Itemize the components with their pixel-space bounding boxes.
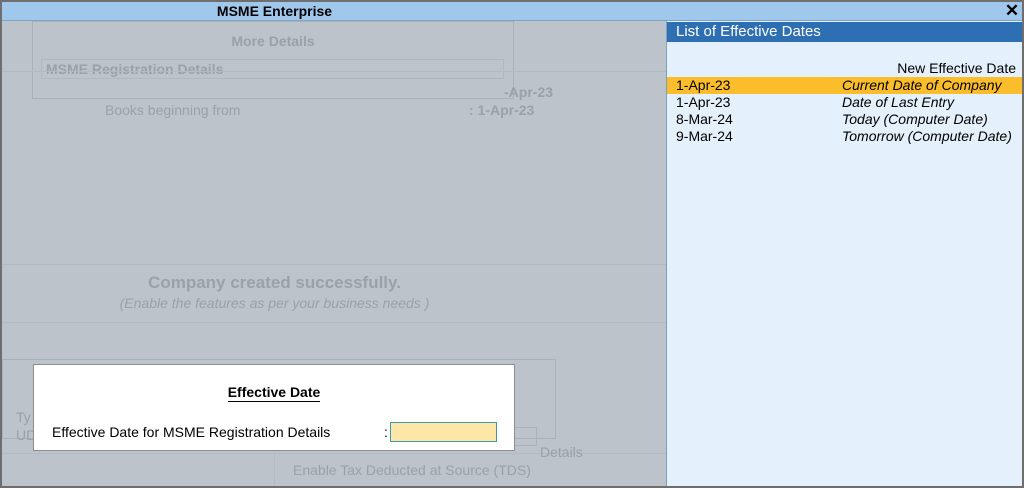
company-created-hint: (Enable the features as per your busines… (119, 295, 430, 311)
panel-title: List of Effective Dates (667, 22, 1022, 42)
more-details-title: More Details (231, 33, 315, 49)
list-item[interactable]: 9-Mar-24 Tomorrow (Computer Date) (667, 128, 1022, 145)
books-label: Books beginning from (105, 102, 241, 118)
title-bar: MSME Enterprise ✕ (2, 2, 1022, 21)
list-item[interactable]: 1-Apr-23 Date of Last Entry (667, 94, 1022, 111)
divider (2, 71, 666, 72)
list-item-date: 9-Mar-24 (676, 128, 733, 144)
registration-row: MSME Registration Details (41, 59, 504, 79)
list-item-date: 1-Apr-23 (676, 94, 731, 110)
books-value: : 1-Apr-23 (469, 102, 535, 118)
label-colon: : (384, 424, 388, 440)
dialog-title: Effective Date (34, 384, 514, 402)
divider (2, 264, 666, 265)
list-item-date: 1-Apr-23 (676, 77, 731, 93)
list-item-desc: Date of Last Entry (842, 94, 955, 110)
effective-date-label: Effective Date for MSME Registration Det… (52, 424, 331, 440)
close-icon[interactable]: ✕ (1004, 2, 1020, 20)
divider (274, 453, 275, 486)
effective-date-input[interactable] (390, 422, 497, 442)
list-item[interactable]: 1-Apr-23 Current Date of Company (667, 77, 1022, 94)
partial-type-label: Ty (16, 409, 31, 425)
effective-dates-panel: List of Effective Dates New Effective Da… (666, 21, 1022, 486)
column-header: New Effective Date (897, 60, 1016, 76)
list-item-desc: Tomorrow (Computer Date) (842, 128, 1012, 144)
divider (2, 322, 666, 323)
list-item-desc: Current Date of Company (842, 77, 1002, 93)
app-window: MSME Enterprise ✕ More Details MSME Regi… (0, 0, 1024, 488)
company-created-message: Company created successfully. (148, 273, 401, 292)
partial-date: -Apr-23 (504, 84, 554, 100)
window-title: MSME Enterprise (216, 3, 333, 19)
list-item-desc: Today (Computer Date) (842, 111, 988, 127)
dialog-title-text: Effective Date (227, 384, 321, 402)
partial-tds-label: Enable Tax Deducted at Source (TDS) (293, 462, 531, 478)
effective-date-list: 1-Apr-23 Current Date of Company 1-Apr-2… (667, 77, 1022, 145)
effective-date-dialog: Effective Date Effective Date for MSME R… (33, 364, 515, 451)
list-item[interactable]: 8-Mar-24 Today (Computer Date) (667, 111, 1022, 128)
partial-details-label: Details (540, 444, 583, 460)
more-details-box: More Details MSME Registration Details (32, 21, 514, 99)
list-item-date: 8-Mar-24 (676, 111, 733, 127)
